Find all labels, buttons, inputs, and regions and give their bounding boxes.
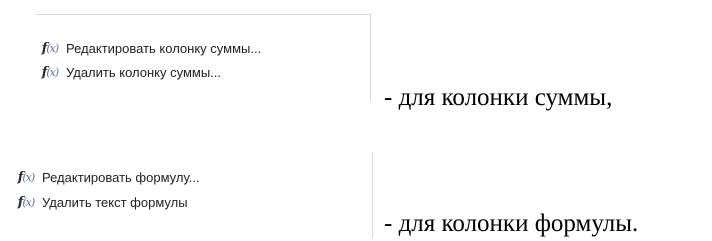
- menu-item-label: Удалить текст формулы: [42, 194, 188, 210]
- caption-formula-column: - для колонки формулы.: [384, 210, 639, 237]
- formula-column-context-menu: f(x) Редактировать формулу... f(x) Удали…: [12, 152, 373, 238]
- menu-item-delete-formula-text[interactable]: f(x) Удалить текст формулы: [12, 191, 188, 213]
- fx-function-icon: f(x): [17, 194, 35, 210]
- fx-function-icon: f(x): [17, 169, 35, 185]
- fx-function-icon: f(x): [41, 40, 59, 56]
- caption-sum-column: - для колонки суммы,: [384, 84, 613, 111]
- menu-item-label: Удалить колонку суммы...: [66, 64, 222, 80]
- menu-item-edit-sum-column[interactable]: f(x) Редактировать колонку суммы...: [36, 37, 261, 59]
- menu-item-edit-formula[interactable]: f(x) Редактировать формулу...: [12, 166, 200, 188]
- menu-item-delete-sum-column[interactable]: f(x) Удалить колонку суммы...: [36, 61, 221, 83]
- menu-item-label: Редактировать формулу...: [42, 169, 200, 185]
- menu-item-label: Редактировать колонку суммы...: [66, 40, 262, 56]
- fx-function-icon: f(x): [41, 64, 59, 80]
- sum-column-context-menu: f(x) Редактировать колонку суммы... f(x)…: [36, 14, 371, 101]
